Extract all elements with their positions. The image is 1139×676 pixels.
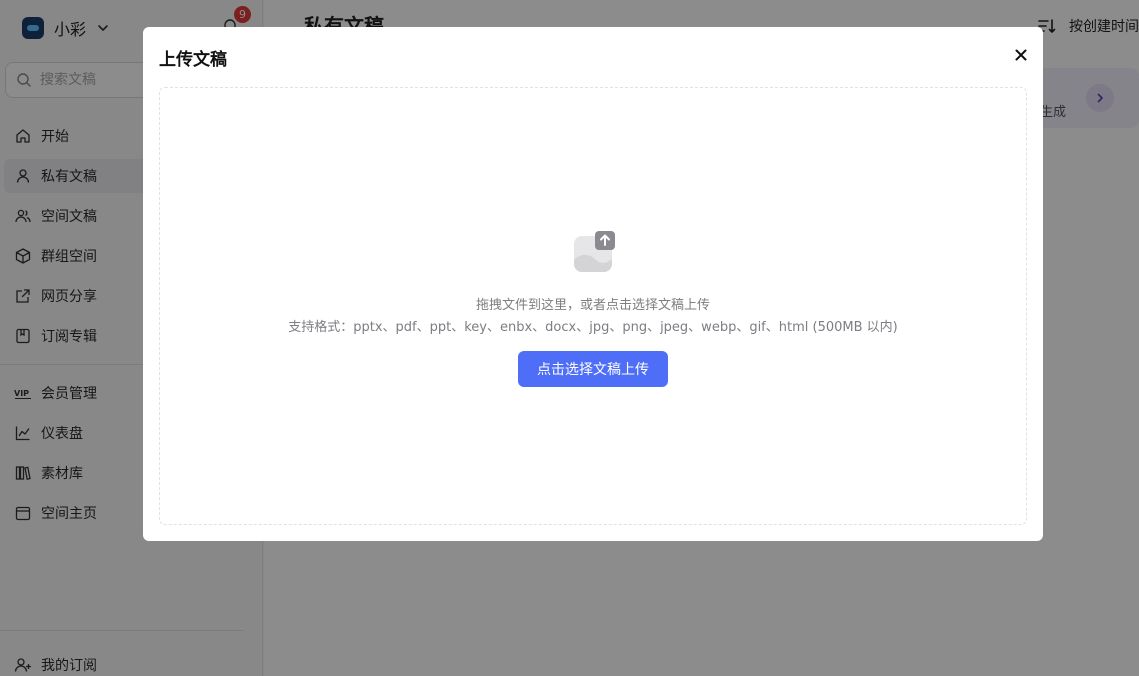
dialog-title: 上传文稿 xyxy=(159,50,227,70)
dropzone-instruction: 拖拽文件到这里，或者点击选择文稿上传 xyxy=(475,298,710,313)
app-window: 小彩 9 开始 私有文稿 空间文稿 xyxy=(0,0,1139,676)
select-file-upload-button[interactable]: 点击选择文稿上传 xyxy=(518,351,668,387)
close-icon xyxy=(1015,49,1027,61)
image-upload-icon xyxy=(574,231,615,272)
close-button[interactable] xyxy=(1011,45,1031,65)
supported-formats: 支持格式：pptx、pdf、ppt、key、enbx、docx、jpg、png、… xyxy=(288,320,898,335)
upload-dialog: 上传文稿 拖拽文件到这里，或者点击选择文稿上传 支持格式：pptx、pdf、pp… xyxy=(143,27,1043,541)
file-dropzone[interactable]: 拖拽文件到这里，或者点击选择文稿上传 支持格式：pptx、pdf、ppt、key… xyxy=(159,87,1027,525)
